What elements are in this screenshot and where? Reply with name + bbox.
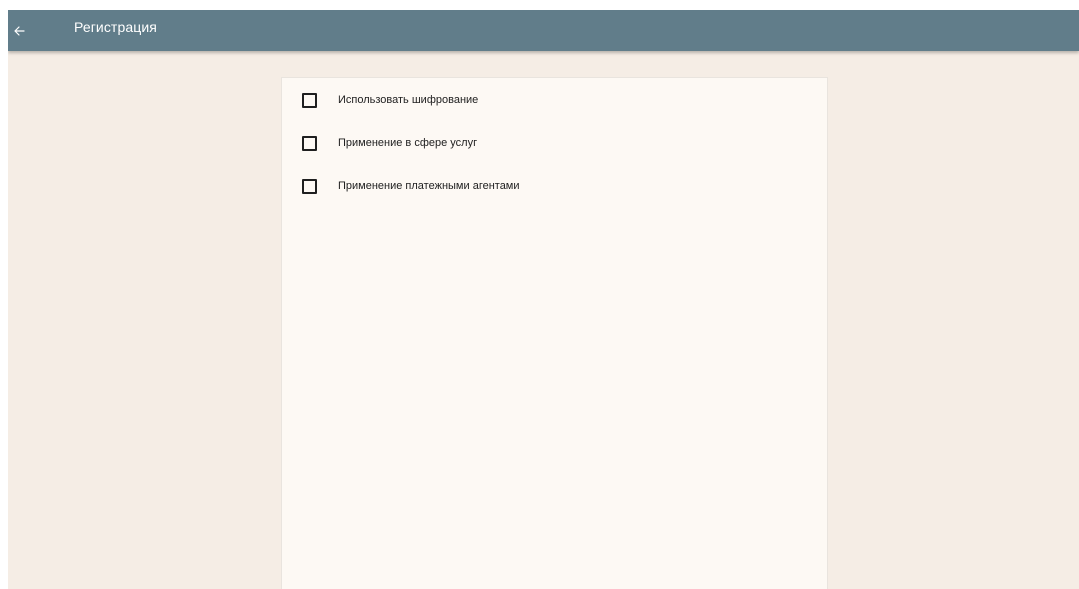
encryption-checkbox[interactable] <box>302 92 317 108</box>
app-bar: Регистрация <box>8 10 1079 51</box>
back-button[interactable] <box>8 10 30 51</box>
option-encryption[interactable]: Использовать шифрование <box>302 89 478 111</box>
option-label: Применение платежными агентами <box>338 180 520 192</box>
payment-agents-checkbox[interactable] <box>302 178 317 194</box>
settings-card: Использовать шифрование Применение в сфе… <box>281 77 828 589</box>
services-checkbox[interactable] <box>302 135 317 151</box>
option-label: Использовать шифрование <box>338 94 479 106</box>
option-label: Применение в сфере услуг <box>338 137 478 149</box>
page-title: Регистрация <box>74 19 157 35</box>
option-services[interactable]: Применение в сфере услуг <box>302 132 477 154</box>
app-screen: Регистрация Использовать шифрование Прим… <box>8 10 1079 589</box>
option-payment-agents[interactable]: Применение платежными агентами <box>302 175 520 197</box>
arrow-left-icon <box>13 25 25 37</box>
